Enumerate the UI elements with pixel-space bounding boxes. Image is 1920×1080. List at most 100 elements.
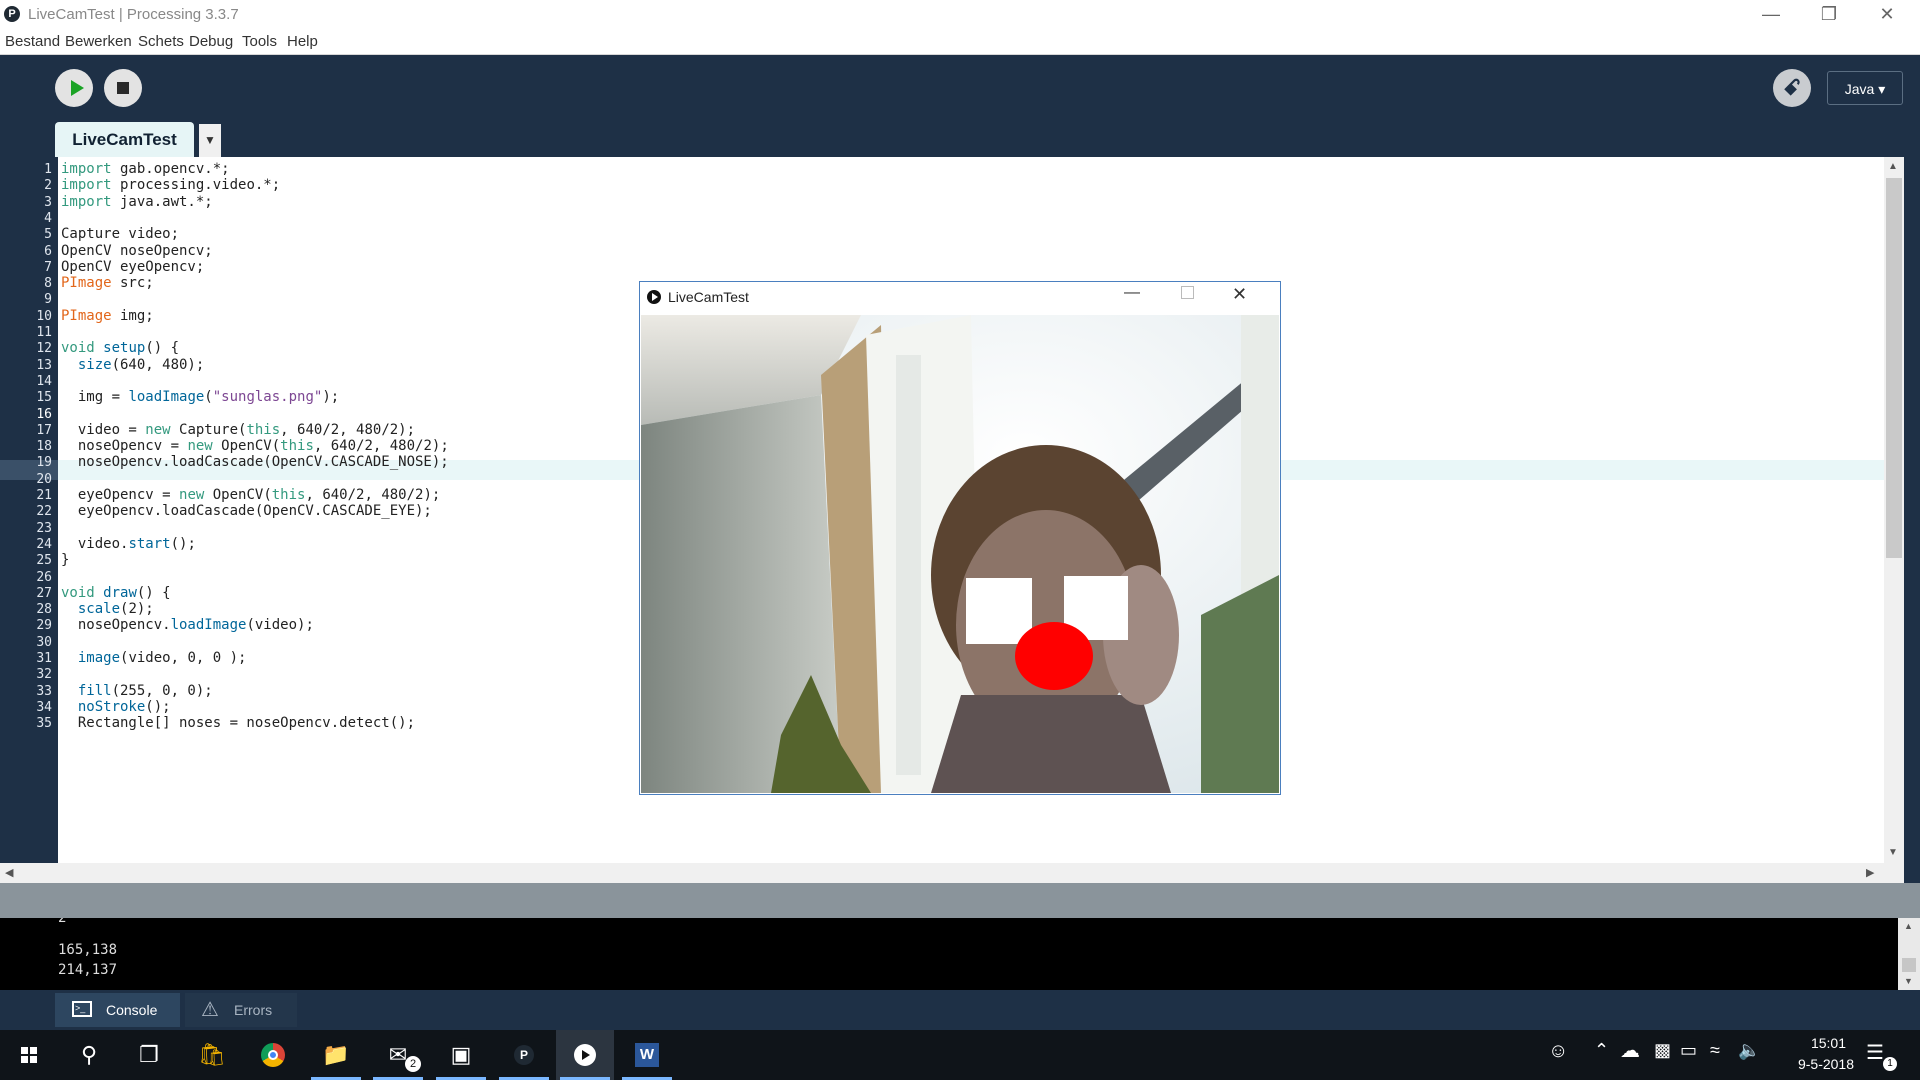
code-line[interactable]: scale(2); (61, 601, 154, 617)
store-icon: 🛍 (198, 1042, 226, 1067)
scroll-up-icon[interactable]: ▲ (1888, 161, 1898, 172)
battery-icon[interactable]: ▭ (1680, 1040, 1697, 1061)
taskbar-sketch[interactable] (556, 1030, 614, 1080)
code-line[interactable]: noseOpencv = new OpenCV(this, 640/2, 480… (61, 438, 449, 454)
line-number: 33 (36, 683, 52, 699)
window-title: LiveCamTest | Processing 3.3.7 (28, 6, 239, 23)
line-number: 6 (44, 243, 52, 259)
line-number: 9 (44, 292, 52, 308)
code-line[interactable]: eyeOpencv.loadCascade(OpenCV.CASCADE_EYE… (61, 503, 432, 519)
code-line[interactable]: image(video, 0, 0 ); (61, 650, 247, 666)
scroll-left-icon[interactable]: ◀ (5, 866, 13, 879)
tab-errors[interactable]: ⚠ Errors (185, 993, 297, 1027)
people-icon[interactable]: ☺ (1548, 1040, 1568, 1063)
code-line[interactable]: Capture video; (61, 226, 179, 242)
code-line[interactable]: PImage img; (61, 308, 154, 324)
restore-icon[interactable]: ❐ (1800, 0, 1858, 30)
taskbar-word[interactable]: W (618, 1030, 676, 1080)
code-line[interactable]: noseOpencv.loadImage(video); (61, 617, 314, 633)
console-output[interactable]: 2 165,138 214,137 (0, 918, 1898, 990)
code-line[interactable]: eyeOpencv = new OpenCV(this, 640/2, 480/… (61, 487, 440, 503)
close-icon[interactable]: ✕ (1858, 0, 1916, 30)
tab-menu-dropdown[interactable]: ▼ (199, 124, 221, 157)
editor-horizontal-scrollbar[interactable]: ◀ ▶ (0, 863, 1904, 883)
menu-bestand[interactable]: Bestand (5, 33, 60, 50)
taskbar-chrome[interactable] (244, 1030, 302, 1080)
editor-scroll-thumb[interactable] (1886, 178, 1902, 558)
line-number: 8 (44, 276, 52, 292)
search-button[interactable]: ⚲ (60, 1030, 118, 1080)
debugger-button[interactable]: ꗃ (1773, 69, 1811, 107)
menu-bewerken[interactable]: Bewerken (65, 33, 132, 50)
minimize-icon[interactable]: — (1742, 0, 1800, 30)
volume-icon[interactable]: 🔈 (1738, 1040, 1760, 1061)
notification-icon[interactable]: ☰ (1866, 1040, 1884, 1065)
mode-selector[interactable]: Java ▾ (1827, 71, 1903, 105)
line-number: 1 (44, 162, 52, 177)
network-device-icon[interactable]: ▩ (1654, 1040, 1671, 1061)
code-line[interactable]: PImage src; (61, 275, 154, 291)
line-number: 28 (36, 602, 52, 618)
code-line[interactable]: video.start(); (61, 536, 196, 552)
code-line[interactable]: void draw() { (61, 585, 171, 601)
clock-date[interactable]: 9-5-2018 (1798, 1056, 1854, 1072)
taskbar-file-explorer[interactable]: 📁 (307, 1030, 365, 1080)
word-icon: W (635, 1043, 659, 1067)
clock-time[interactable]: 15:01 (1811, 1035, 1846, 1051)
code-line[interactable]: noStroke(); (61, 699, 171, 715)
sketch-window[interactable]: LiveCamTest — ✕ (639, 281, 1281, 795)
stop-button[interactable] (104, 69, 142, 107)
tab-errors-label: Errors (234, 1002, 273, 1018)
line-number: 11 (36, 325, 52, 340)
code-line[interactable]: video = new Capture(this, 640/2, 480/2); (61, 422, 415, 438)
code-line[interactable]: import processing.video.*; (61, 177, 280, 193)
tab-console-label: Console (106, 1002, 158, 1018)
sketch-canvas[interactable] (641, 315, 1279, 793)
console-scroll-up-icon[interactable]: ▲ (1904, 921, 1913, 931)
sketch-minimize-icon[interactable]: — (1124, 284, 1140, 302)
code-line[interactable]: img = loadImage("sunglas.png"); (61, 389, 339, 405)
console-scrollbar[interactable]: ▲ ▼ (1898, 918, 1920, 990)
code-line[interactable]: void setup() { (61, 340, 179, 356)
scroll-down-icon[interactable]: ▼ (1888, 847, 1898, 858)
line-number: 12 (36, 341, 52, 357)
code-line[interactable]: noseOpencv.loadCascade(OpenCV.CASCADE_NO… (61, 454, 449, 470)
code-line[interactable]: import gab.opencv.*; (61, 161, 230, 177)
taskbar-sticky-notes[interactable]: ▣ (432, 1030, 490, 1080)
line-number: 5 (44, 227, 52, 243)
code-line[interactable]: } (61, 552, 69, 568)
toolbar (0, 55, 1920, 157)
sketch-close-icon[interactable]: ✕ (1232, 284, 1247, 305)
menu-debug[interactable]: Debug (189, 33, 233, 50)
code-line[interactable]: OpenCV noseOpencv; (61, 243, 213, 259)
taskbar-store[interactable]: 🛍 (183, 1030, 241, 1080)
scroll-right-icon[interactable]: ▶ (1866, 866, 1874, 879)
wifi-icon[interactable]: ≈ (1710, 1040, 1720, 1061)
task-view-button[interactable]: ❐ (120, 1030, 178, 1080)
sketch-maximize-icon[interactable] (1181, 286, 1194, 299)
line-number: 34 (36, 699, 52, 715)
menu-tools[interactable]: Tools (242, 33, 277, 50)
code-line[interactable]: Rectangle[] noses = noseOpencv.detect(); (61, 715, 415, 731)
start-button[interactable] (0, 1030, 58, 1080)
run-button[interactable] (55, 69, 93, 107)
taskbar-processing[interactable]: P (495, 1030, 553, 1080)
console-scroll-down-icon[interactable]: ▼ (1904, 976, 1913, 986)
taskbar-mail[interactable]: ✉ 2 (369, 1030, 427, 1080)
code-line[interactable]: fill(255, 0, 0); (61, 683, 213, 699)
onedrive-icon[interactable]: ☁ (1620, 1038, 1640, 1063)
chevron-up-icon[interactable]: ⌃ (1594, 1040, 1609, 1061)
tab-console[interactable]: >_ Console (55, 993, 180, 1027)
console-scroll-thumb[interactable] (1902, 958, 1916, 972)
code-line[interactable]: import java.awt.*; (61, 194, 213, 210)
line-number: 24 (36, 536, 52, 552)
line-number: 35 (36, 716, 52, 732)
processing-play-icon (647, 290, 661, 304)
title-bar[interactable]: P LiveCamTest | Processing 3.3.7 — ❐ ✕ (0, 0, 1920, 30)
code-line[interactable]: size(640, 480); (61, 357, 204, 373)
processing-app-icon: P (4, 6, 20, 22)
code-line[interactable]: OpenCV eyeOpencv; (61, 259, 204, 275)
menu-help[interactable]: Help (287, 33, 318, 50)
tab-livecamtest[interactable]: LiveCamTest (55, 122, 194, 157)
menu-schets[interactable]: Schets (138, 33, 184, 50)
